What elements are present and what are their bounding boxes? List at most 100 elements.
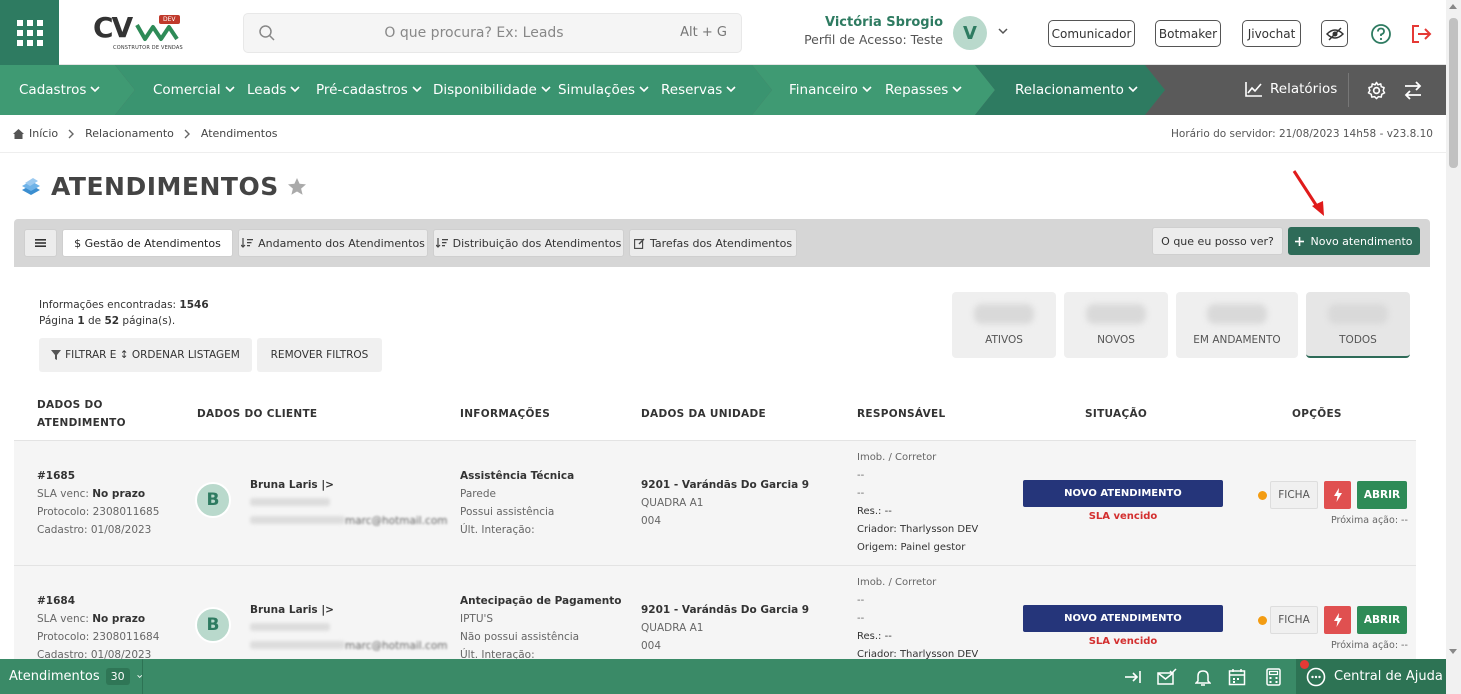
ficha-button[interactable]: FICHA bbox=[1270, 606, 1318, 634]
header-opcoes: OPÇÕES bbox=[1292, 408, 1342, 420]
search-input[interactable] bbox=[284, 22, 664, 44]
filter-card-todos[interactable]: TODOS bbox=[1306, 292, 1410, 358]
user-info[interactable]: Victória Sbrogio Perfil de Acesso: Teste bbox=[790, 14, 943, 48]
nav-simulacoes[interactable]: Simulações bbox=[558, 65, 649, 115]
jivochat-button[interactable]: Jivochat bbox=[1242, 20, 1301, 47]
plus-icon bbox=[1295, 236, 1305, 246]
filter-card-novos[interactable]: NOVOS bbox=[1064, 292, 1168, 358]
abrir-button[interactable]: ABRIR bbox=[1357, 606, 1407, 634]
breadcrumb: Início Relacionamento Atendimentos Horár… bbox=[0, 115, 1446, 153]
logout-icon[interactable] bbox=[1407, 20, 1434, 47]
ficha-button[interactable]: FICHA bbox=[1270, 481, 1318, 509]
search-shortcut: Alt + G bbox=[680, 25, 727, 40]
server-time: Horário do servidor: 21/08/2023 14h58 - … bbox=[1171, 128, 1433, 140]
chevron-down-icon bbox=[862, 86, 872, 93]
next-action: Próxima ação: -- bbox=[1331, 640, 1408, 651]
gear-icon[interactable] bbox=[1367, 81, 1386, 100]
page-scrollbar[interactable] bbox=[1446, 0, 1461, 694]
mail-check-icon[interactable] bbox=[1157, 667, 1177, 687]
scrollbar-thumb[interactable] bbox=[1449, 18, 1458, 168]
breadcrumb-inicio[interactable]: Início bbox=[29, 127, 58, 140]
nav-repasses[interactable]: Repasses bbox=[885, 65, 962, 115]
nav-reservas[interactable]: Reservas bbox=[661, 65, 736, 115]
quick-action-button[interactable] bbox=[1324, 606, 1351, 634]
remove-filters-button[interactable]: REMOVER FILTROS bbox=[257, 338, 382, 372]
footer-atendimentos[interactable]: Atendimentos 30 bbox=[0, 659, 143, 694]
chevron-right-icon bbox=[184, 129, 190, 138]
apps-grid-icon[interactable] bbox=[0, 0, 59, 65]
botmaker-button[interactable]: Botmaker bbox=[1155, 20, 1221, 47]
menu-toggle-button[interactable] bbox=[24, 229, 57, 257]
header-situacao[interactable]: SITUAÇÃO bbox=[1085, 405, 1147, 423]
chevron-down-icon bbox=[136, 675, 142, 678]
chevron-down-icon bbox=[726, 86, 736, 93]
status-dot bbox=[1258, 491, 1267, 500]
logo-subtitle: CONSTRUTOR DE VENDAS bbox=[113, 45, 183, 51]
tab-distribuicao-atendimentos[interactable]: Distribuição dos Atendimentos bbox=[433, 229, 624, 257]
tab-tarefas-atendimentos[interactable]: Tarefas dos Atendimentos bbox=[629, 229, 797, 257]
what-can-i-see-button[interactable]: O que eu posso ver? bbox=[1152, 227, 1283, 255]
client-avatar: B bbox=[195, 607, 231, 643]
status-badge: NOVO ATENDIMENTO bbox=[1023, 605, 1223, 632]
nav-cadastros[interactable]: Cadastros bbox=[19, 65, 100, 115]
tab-gestao-atendimentos[interactable]: $ Gestão de Atendimentos bbox=[62, 229, 233, 257]
chevron-down-icon bbox=[541, 86, 551, 93]
status-badge: NOVO ATENDIMENTO bbox=[1023, 480, 1223, 507]
nav-financeiro[interactable]: Financeiro bbox=[789, 65, 872, 115]
nav-pre-cadastros[interactable]: Pré-cadastros bbox=[316, 65, 422, 115]
help-icon[interactable] bbox=[1367, 20, 1394, 47]
breadcrumb-relacionamento[interactable]: Relacionamento bbox=[85, 127, 174, 140]
comunicador-button[interactable]: Comunicador bbox=[1048, 20, 1135, 47]
user-profile: Perfil de Acesso: Teste bbox=[804, 32, 943, 47]
client-info[interactable]: Bruna Laris |> marc@hotmail.com bbox=[250, 476, 447, 530]
favorite-star-icon[interactable] bbox=[287, 177, 307, 196]
filter-card-em-andamento[interactable]: EM ANDAMENTO bbox=[1176, 292, 1298, 358]
info-cell: Assistência Técnica Parede Possui assist… bbox=[460, 470, 575, 536]
collapse-right-icon[interactable] bbox=[1123, 667, 1143, 687]
calendar-icon[interactable] bbox=[1227, 667, 1247, 687]
chevron-down-icon bbox=[952, 86, 962, 93]
client-info[interactable]: Bruna Laris |> marc@hotmail.com bbox=[250, 601, 447, 655]
tab-bar: $ Gestão de Atendimentos Andamento dos A… bbox=[14, 219, 1430, 267]
header-dados-unidade[interactable]: DADOS DA UNIDADE bbox=[641, 405, 766, 423]
header-responsavel[interactable]: RESPONSÁVEL bbox=[857, 405, 946, 423]
bell-icon[interactable] bbox=[1193, 667, 1213, 687]
header-informacoes[interactable]: INFORMAÇÕES bbox=[460, 405, 550, 423]
filter-order-button[interactable]: FILTRAR E ↕ ORDENAR LISTAGEM bbox=[39, 338, 252, 372]
nav-relatorios[interactable]: Relatórios bbox=[1245, 81, 1337, 97]
sla-status: SLA vencido bbox=[1088, 636, 1158, 647]
chevron-down-icon bbox=[90, 86, 100, 93]
sort-icon bbox=[241, 238, 254, 248]
breadcrumb-atendimentos[interactable]: Atendimentos bbox=[201, 127, 278, 140]
logo-text: CV bbox=[93, 11, 133, 44]
results-summary: Informações encontradas: 1546 Página 1 d… bbox=[39, 299, 209, 327]
nav-leads[interactable]: Leads bbox=[247, 65, 301, 115]
hide-eye-icon[interactable] bbox=[1321, 20, 1348, 47]
nav-relacionamento[interactable]: Relacionamento bbox=[1015, 65, 1138, 115]
calculator-icon[interactable] bbox=[1263, 667, 1283, 687]
abrir-button[interactable]: ABRIR bbox=[1357, 481, 1407, 509]
bolt-icon bbox=[1333, 488, 1342, 502]
nav-comercial[interactable]: Comercial bbox=[153, 65, 235, 115]
help-center-button[interactable]: Central de Ajuda bbox=[1296, 659, 1446, 694]
home-icon[interactable] bbox=[12, 128, 25, 140]
chevron-right-icon bbox=[68, 129, 75, 138]
nav-disponibilidade[interactable]: Disponibilidade bbox=[433, 65, 551, 115]
tab-andamento-atendimentos[interactable]: Andamento dos Atendimentos bbox=[238, 229, 428, 257]
header-dados-cliente[interactable]: DADOS DO CLIENTE bbox=[197, 405, 317, 423]
quick-action-button[interactable] bbox=[1324, 481, 1351, 509]
search-box[interactable]: Alt + G bbox=[243, 13, 742, 53]
new-atendimento-button[interactable]: Novo atendimento bbox=[1288, 227, 1420, 255]
swap-arrows-icon[interactable] bbox=[1403, 81, 1423, 100]
chevron-down-icon[interactable] bbox=[997, 25, 1009, 37]
client-avatar: B bbox=[195, 482, 231, 518]
logo[interactable]: CV DEV CONSTRUTOR DE VENDAS bbox=[93, 11, 185, 53]
responsible-cell: Imob. / Corretor -- -- Res.: -- Criador:… bbox=[857, 452, 979, 553]
annotation-arrow-icon bbox=[1292, 170, 1324, 216]
chevron-down-icon bbox=[412, 86, 422, 93]
avatar[interactable]: V bbox=[953, 16, 987, 50]
filter-card-ativos[interactable]: ATIVOS bbox=[952, 292, 1056, 358]
header-dados-atendimento[interactable]: DADOS DO ATENDIMENTO bbox=[37, 396, 147, 432]
next-action: Próxima ação: -- bbox=[1331, 515, 1408, 526]
chevron-down-icon bbox=[639, 86, 649, 93]
